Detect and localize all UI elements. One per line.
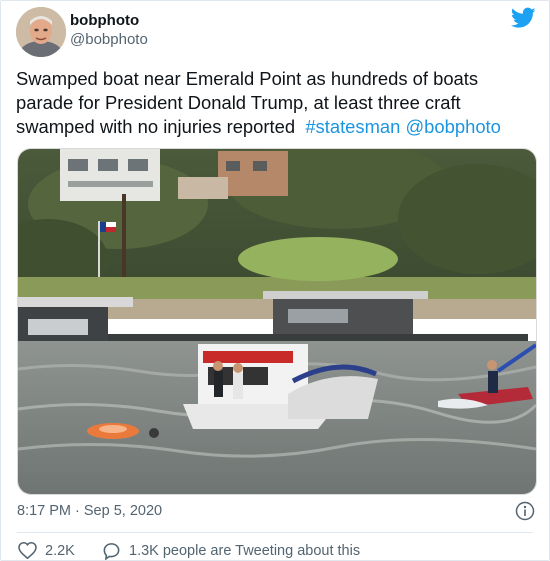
tweet-card: bobphoto @bobphoto Swamped boat near Eme… [0, 0, 550, 561]
like-button[interactable]: 2.2K [18, 542, 75, 559]
footer-divider [17, 532, 533, 533]
reply-bubble-icon [103, 543, 120, 560]
author-name[interactable]: bobphoto [70, 12, 139, 29]
people-tweeting-link[interactable]: 1.3K people are Tweeting about this [102, 542, 360, 560]
mention-link[interactable]: @bobphoto [406, 116, 501, 137]
tweet-text: Swamped boat near Emerald Point as hundr… [16, 67, 536, 139]
like-count: 2.2K [45, 542, 75, 559]
tweet-photo[interactable] [17, 148, 537, 495]
author-handle[interactable]: @bobphoto [70, 31, 148, 48]
twitter-bird-icon[interactable] [510, 7, 536, 29]
heart-icon [18, 542, 37, 559]
tweet-timestamp[interactable]: 8:17 PM · Sep 5, 2020 [17, 503, 162, 519]
people-tweeting-text: 1.3K people are Tweeting about this [129, 543, 361, 559]
info-icon[interactable] [515, 501, 535, 521]
avatar[interactable] [16, 7, 66, 57]
hashtag-link[interactable]: #statesman [305, 116, 400, 137]
